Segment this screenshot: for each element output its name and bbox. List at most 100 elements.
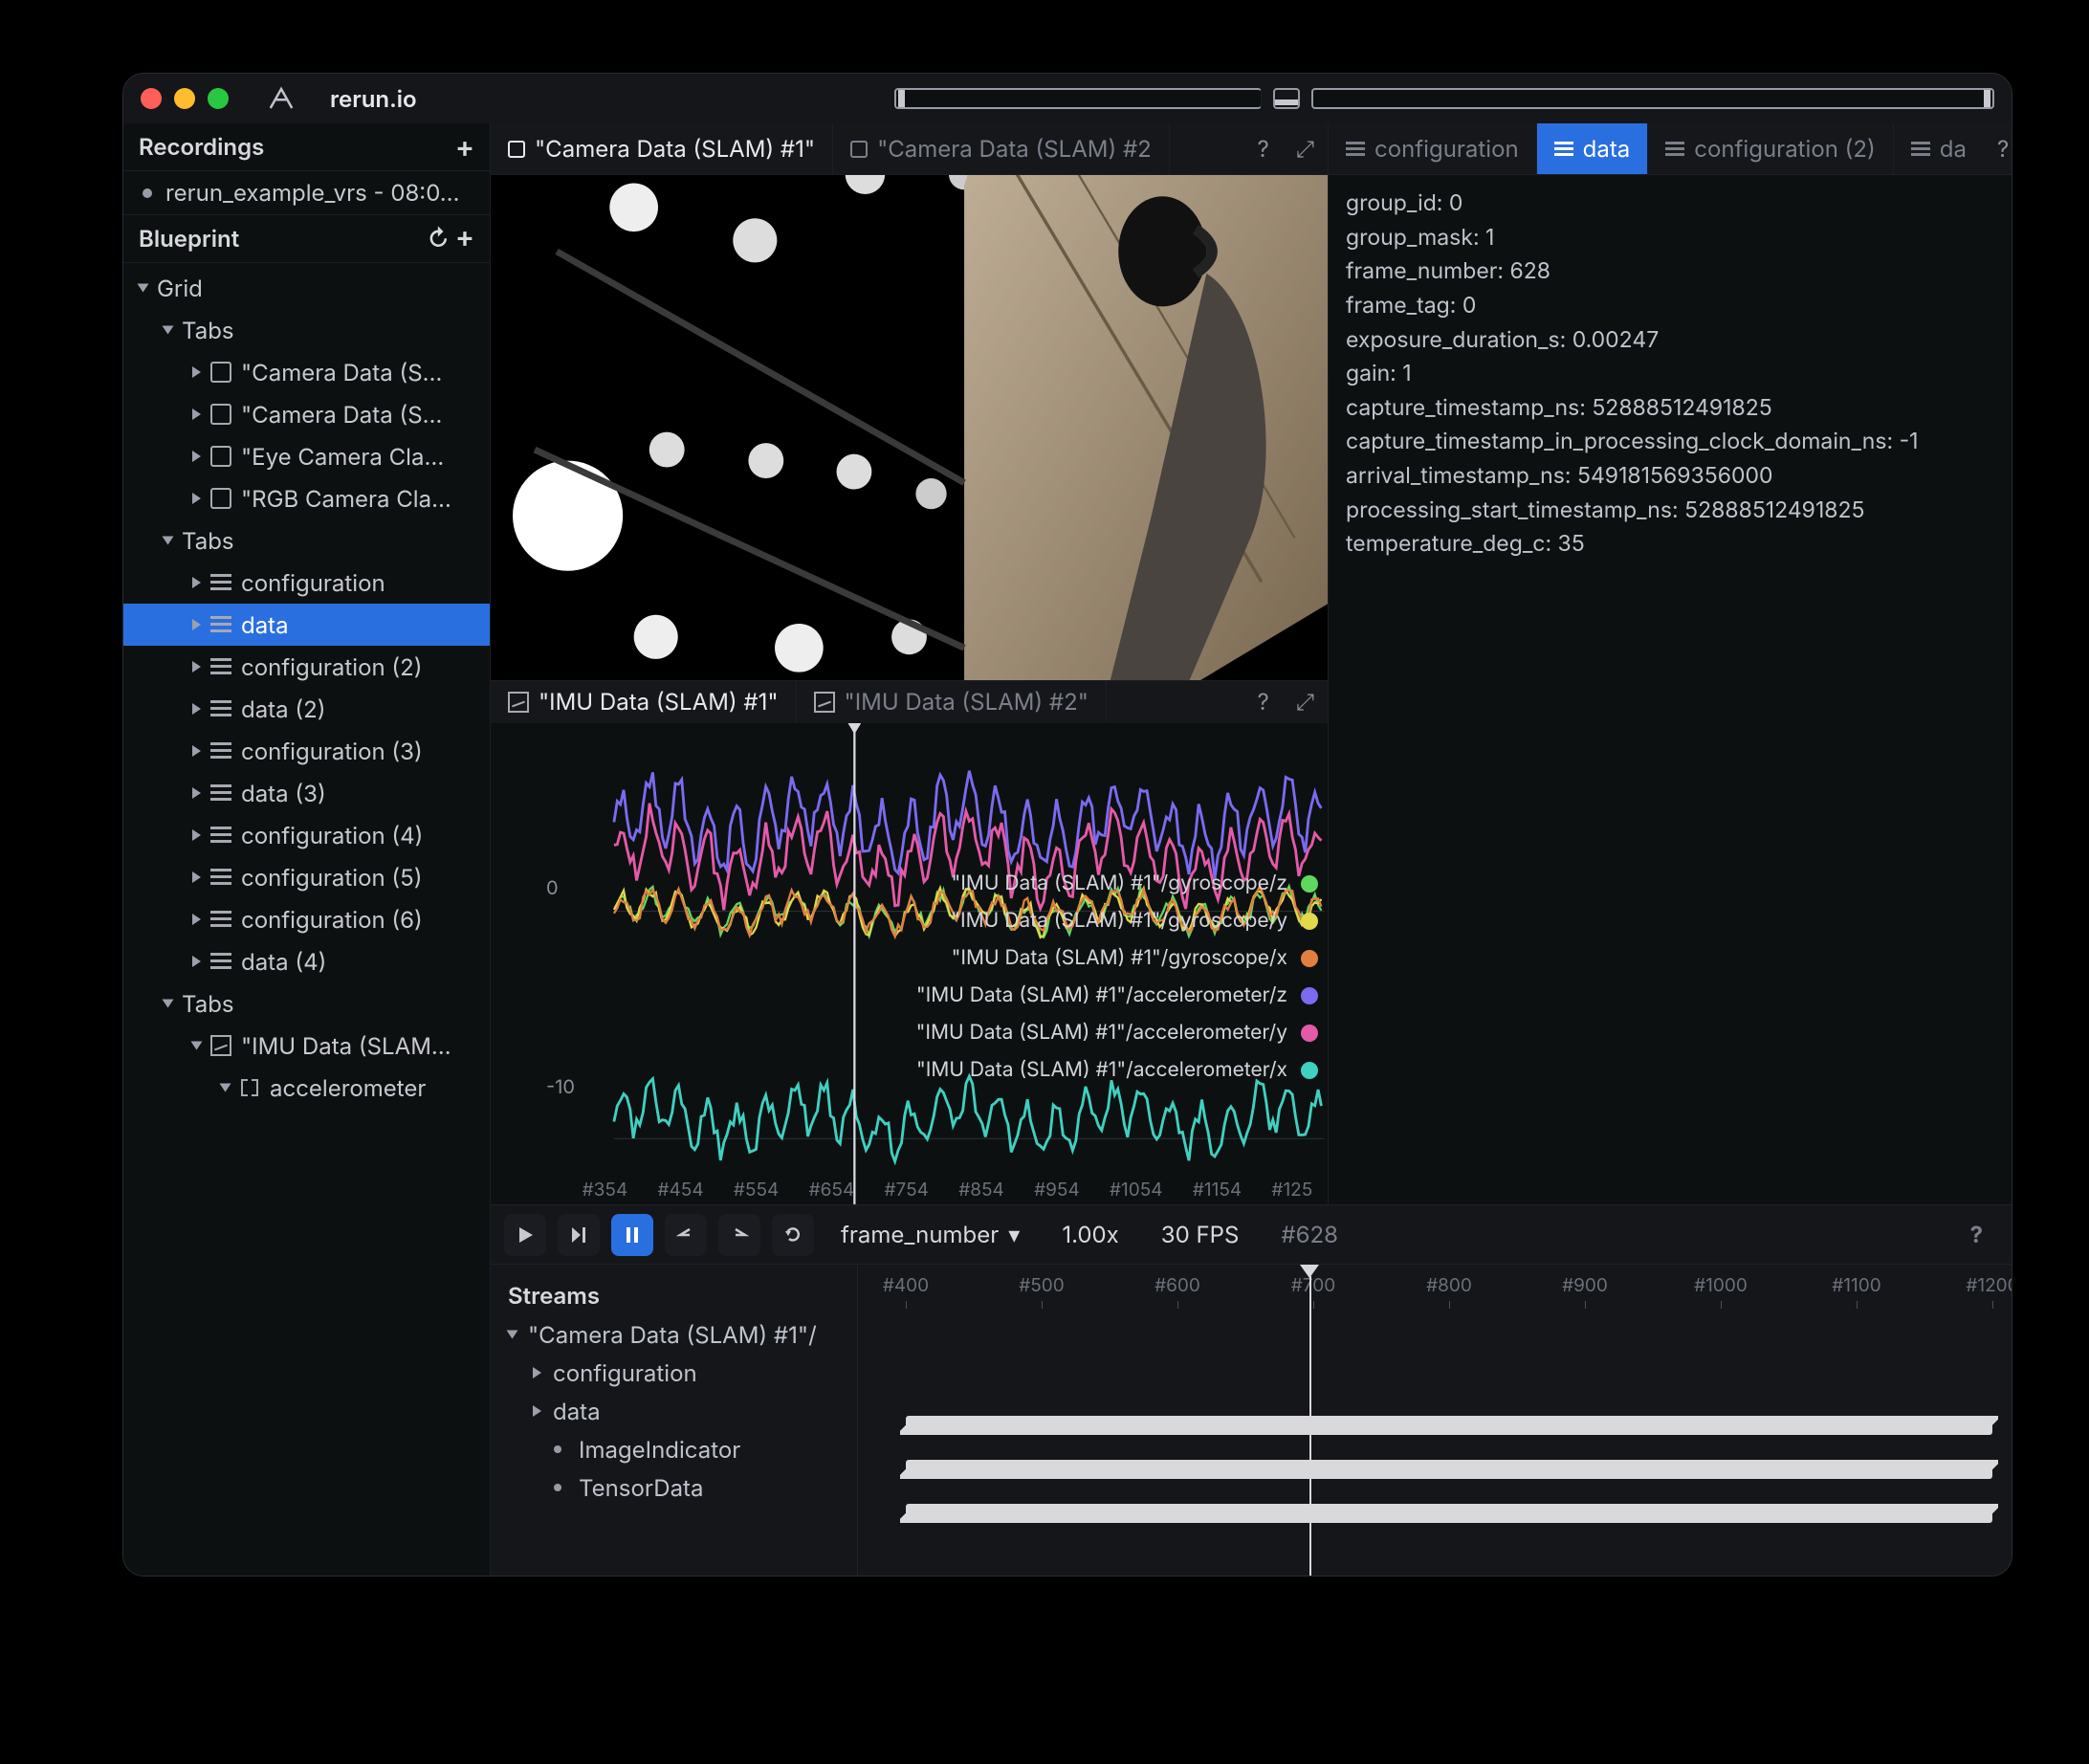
tree-row[interactable]: accelerometer	[123, 1067, 490, 1109]
help-button[interactable]: ?	[1984, 135, 2012, 163]
legend-dot-icon	[1301, 913, 1318, 930]
disclosure-triangle-icon[interactable]	[192, 493, 201, 504]
help-button[interactable]: ?	[1244, 135, 1283, 163]
disclosure-triangle-icon[interactable]	[192, 451, 201, 462]
go-forward-button[interactable]	[718, 1214, 760, 1256]
tree-row[interactable]: "Camera Data (S…	[123, 351, 490, 393]
go-back-button[interactable]	[665, 1214, 707, 1256]
maximize-view-button[interactable]: ⤢	[1283, 135, 1328, 163]
image-tab[interactable]: "Camera Data (SLAM) #1"	[491, 123, 833, 174]
legend-item[interactable]: "IMU Data (SLAM) #1"/gyroscope/y	[951, 909, 1318, 933]
tree-row[interactable]: configuration (6)	[123, 898, 490, 940]
toggle-bottom-panel-button[interactable]	[1273, 88, 1300, 109]
disclosure-triangle-icon[interactable]	[192, 619, 201, 630]
image-tab[interactable]: "Camera Data (SLAM) #2	[833, 123, 1170, 174]
image-tabbar: "Camera Data (SLAM) #1" "Camera Data (SL…	[491, 123, 1328, 175]
lines-icon	[210, 784, 231, 802]
help-button[interactable]: ?	[1970, 1221, 1998, 1248]
stream-row[interactable]: data	[491, 1392, 857, 1430]
disclosure-triangle-icon[interactable]	[192, 408, 201, 420]
disclosure-triangle-icon[interactable]	[138, 284, 149, 293]
data-track[interactable]	[906, 1504, 1992, 1523]
right-tab[interactable]: configuration (2)	[1648, 123, 1894, 174]
tree-row[interactable]: configuration (5)	[123, 856, 490, 898]
disclosure-triangle-icon[interactable]	[192, 829, 201, 841]
disclosure-triangle-icon[interactable]	[192, 366, 201, 378]
timebase-select[interactable]: frame_number▾	[825, 1221, 1035, 1248]
disclosure-triangle-icon[interactable]	[163, 1000, 174, 1008]
disclosure-triangle-icon[interactable]	[507, 1331, 518, 1339]
imu-tab[interactable]: "IMU Data (SLAM) #2"	[797, 681, 1107, 722]
tree-row[interactable]: data	[123, 604, 490, 646]
legend-item[interactable]: "IMU Data (SLAM) #1"/gyroscope/z	[951, 871, 1318, 895]
legend-item[interactable]: "IMU Data (SLAM) #1"/accelerometer/x	[916, 1058, 1318, 1082]
lines-icon	[210, 658, 231, 675]
stream-row[interactable]: "Camera Data (SLAM) #1"/	[491, 1315, 857, 1354]
ruler-tick-mark	[1177, 1301, 1178, 1309]
disclosure-triangle-icon[interactable]	[192, 956, 201, 967]
tree-row[interactable]: data (4)	[123, 940, 490, 982]
stream-row[interactable]: ImageIndicator	[491, 1430, 857, 1468]
speed-label[interactable]: 1.00x	[1046, 1221, 1133, 1248]
tree-row[interactable]: Tabs	[123, 982, 490, 1025]
tree-row[interactable]: Tabs	[123, 519, 490, 562]
tree-label: Tabs	[182, 317, 234, 344]
timeline-tracks-area[interactable]: #400#500#600#700#800#900#1000#1100#1200	[858, 1265, 2012, 1576]
tree-row[interactable]: data (2)	[123, 688, 490, 730]
pause-button[interactable]	[611, 1214, 653, 1256]
blueprint-reset-button[interactable]: ↻	[428, 225, 450, 253]
stream-row[interactable]: configuration	[491, 1354, 857, 1392]
tree-row[interactable]: configuration	[123, 562, 490, 604]
text-view-icon	[1911, 142, 1930, 157]
stream-row[interactable]: TensorData	[491, 1468, 857, 1507]
legend-item[interactable]: "IMU Data (SLAM) #1"/accelerometer/y	[916, 1021, 1318, 1045]
camera-image-view[interactable]	[491, 175, 1328, 681]
toggle-left-panel-button[interactable]	[894, 88, 1262, 109]
disclosure-triangle-icon[interactable]	[163, 326, 174, 335]
recording-row[interactable]: rerun_example_vrs - 08:0…	[123, 171, 490, 214]
disclosure-triangle-icon[interactable]	[191, 1042, 203, 1050]
tree-row[interactable]: Tabs	[123, 309, 490, 351]
disclosure-triangle-icon[interactable]	[192, 577, 201, 588]
disclosure-triangle-icon[interactable]	[220, 1084, 231, 1092]
tree-row[interactable]: "IMU Data (SLAM…	[123, 1025, 490, 1067]
disclosure-triangle-icon[interactable]	[192, 787, 201, 799]
close-window-button[interactable]	[141, 88, 162, 109]
disclosure-triangle-icon[interactable]	[163, 537, 174, 545]
disclosure-triangle-icon[interactable]	[192, 914, 201, 925]
imu-chart-view[interactable]: 0 -10 "IMU Data (SLAM) #1"/gyroscope/z"I…	[491, 723, 1328, 1204]
toggle-right-panel-button[interactable]	[1311, 88, 1994, 109]
loop-button[interactable]	[772, 1214, 814, 1256]
disclosure-triangle-icon[interactable]	[192, 871, 201, 883]
minimize-window-button[interactable]	[174, 88, 195, 109]
blueprint-add-button[interactable]: +	[455, 220, 474, 254]
disclosure-triangle-icon[interactable]	[533, 1405, 541, 1417]
add-recording-button[interactable]: +	[455, 138, 474, 157]
tree-row[interactable]: "Eye Camera Cla…	[123, 435, 490, 477]
right-tab[interactable]: data	[1537, 123, 1649, 174]
disclosure-triangle-icon[interactable]	[192, 745, 201, 757]
right-tab[interactable]: da	[1894, 123, 1984, 174]
imu-tab[interactable]: "IMU Data (SLAM) #1"	[491, 681, 797, 722]
tree-row[interactable]: Grid	[123, 267, 490, 309]
legend-item[interactable]: "IMU Data (SLAM) #1"/gyroscope/x	[952, 946, 1318, 970]
fullscreen-window-button[interactable]	[208, 88, 229, 109]
tree-row[interactable]: configuration (3)	[123, 730, 490, 772]
step-forward-button[interactable]	[558, 1214, 600, 1256]
tree-row[interactable]: configuration (2)	[123, 646, 490, 688]
maximize-view-button[interactable]: ⤢	[1283, 688, 1328, 716]
fps-label[interactable]: 30 FPS	[1146, 1221, 1255, 1248]
tree-row[interactable]: "Camera Data (S…	[123, 393, 490, 435]
help-button[interactable]: ?	[1244, 688, 1283, 716]
disclosure-triangle-icon[interactable]	[192, 703, 201, 715]
tree-row[interactable]: configuration (4)	[123, 814, 490, 856]
data-track[interactable]	[906, 1460, 1992, 1479]
data-track[interactable]	[906, 1416, 1992, 1435]
play-button[interactable]	[504, 1214, 546, 1256]
disclosure-triangle-icon[interactable]	[192, 661, 201, 673]
tree-row[interactable]: data (3)	[123, 772, 490, 814]
right-tab[interactable]: configuration	[1329, 123, 1537, 174]
disclosure-triangle-icon[interactable]	[533, 1367, 541, 1378]
tree-row[interactable]: "RGB Camera Cla…	[123, 477, 490, 519]
legend-item[interactable]: "IMU Data (SLAM) #1"/accelerometer/z	[916, 983, 1318, 1007]
